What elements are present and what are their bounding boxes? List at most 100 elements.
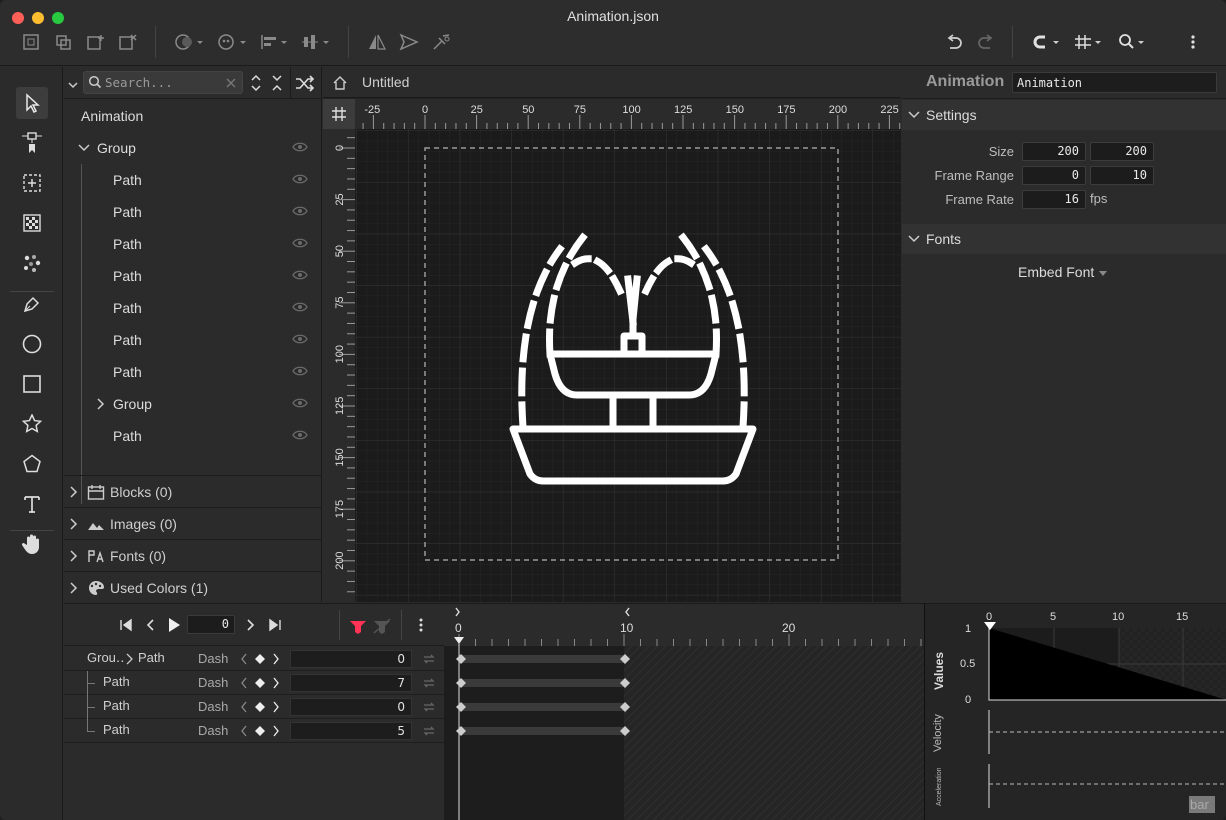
track-row[interactable]: Grou‥ Path Dash 0 xyxy=(64,647,444,671)
fit-selection-icon[interactable] xyxy=(20,30,42,54)
text-tool-icon[interactable] xyxy=(16,488,48,520)
checker-fill-icon[interactable] xyxy=(16,207,48,239)
polygon-tool-icon[interactable] xyxy=(16,448,48,480)
next-frame-icon[interactable] xyxy=(245,618,257,632)
keyframe-area[interactable]: 0 10 20 xyxy=(444,603,924,820)
size-width-field[interactable]: 200 xyxy=(1022,142,1086,161)
grid-icon[interactable] xyxy=(1072,30,1106,54)
size-height-field[interactable]: 200 xyxy=(1090,142,1154,161)
play-icon[interactable] xyxy=(167,617,181,633)
node-select-icon[interactable] xyxy=(16,127,48,159)
keyframe-nav-icon[interactable] xyxy=(240,724,280,738)
frame-start-field[interactable]: 0 xyxy=(1022,166,1086,185)
distribute-icon[interactable] xyxy=(300,30,334,54)
crop-frame-icon[interactable] xyxy=(16,167,48,199)
chevron-right-icon[interactable] xyxy=(96,398,106,410)
eye-icon[interactable] xyxy=(292,205,308,217)
eye-icon[interactable] xyxy=(292,397,308,409)
eye-icon[interactable] xyxy=(292,269,308,281)
tree-item[interactable]: Path xyxy=(64,324,322,356)
rectangle-tool-icon[interactable] xyxy=(16,368,48,400)
pen-tool-icon[interactable] xyxy=(16,288,48,320)
skip-to-end-icon[interactable] xyxy=(268,618,282,632)
section-blocks[interactable]: Blocks (0) xyxy=(64,475,322,507)
breadcrumb[interactable]: Untitled xyxy=(362,74,409,90)
current-frame-field[interactable]: 0 xyxy=(187,615,235,634)
select-arrow-icon[interactable] xyxy=(16,87,48,119)
chevron-down-icon[interactable] xyxy=(68,77,78,93)
eye-icon[interactable] xyxy=(292,333,308,345)
embed-font-dropdown[interactable]: Embed Font xyxy=(1018,264,1108,280)
section-fonts[interactable]: Fonts (0) xyxy=(64,539,322,571)
track-value-field[interactable]: 5 xyxy=(290,722,412,740)
eye-icon[interactable] xyxy=(292,237,308,249)
keyframe-pin-disabled-icon[interactable] xyxy=(372,618,392,634)
snap-magnet-icon[interactable] xyxy=(1030,30,1064,54)
track-value-field[interactable]: 0 xyxy=(290,698,412,716)
eye-icon[interactable] xyxy=(292,141,308,153)
track-row[interactable]: Path Dash 0 xyxy=(64,695,444,719)
tree-group[interactable]: Group xyxy=(64,132,322,164)
tree-item[interactable]: Path xyxy=(64,292,322,324)
keyframe-pin-icon[interactable] xyxy=(348,618,368,634)
group-icon[interactable] xyxy=(52,30,74,54)
previous-frame-icon[interactable] xyxy=(144,618,156,632)
remove-artboard-icon[interactable] xyxy=(117,30,139,54)
section-used-colors[interactable]: Used Colors (1) xyxy=(64,571,322,603)
hand-tool-icon[interactable] xyxy=(16,528,48,560)
home-icon[interactable] xyxy=(332,75,348,91)
tree-item[interactable]: Path xyxy=(64,260,322,292)
clear-search-icon[interactable] xyxy=(225,76,237,92)
loop-icon[interactable] xyxy=(422,724,436,738)
tree-item-group[interactable]: Group xyxy=(64,388,322,420)
star-tool-icon[interactable] xyxy=(16,408,48,440)
tree-item[interactable]: Path xyxy=(64,164,322,196)
zoom-icon[interactable] xyxy=(1116,30,1150,54)
add-artboard-icon[interactable] xyxy=(85,30,107,54)
settings-section-header[interactable]: Settings xyxy=(902,100,1226,130)
tree-root-animation[interactable]: Animation xyxy=(64,100,322,132)
more-menu-icon[interactable] xyxy=(1184,30,1202,54)
keyframe-nav-icon[interactable] xyxy=(240,676,280,690)
shuffle-icon[interactable] xyxy=(295,74,315,95)
redo-icon[interactable] xyxy=(975,30,997,54)
dots-icon[interactable] xyxy=(16,247,48,279)
ellipse-tool-icon[interactable] xyxy=(16,328,48,360)
eye-icon[interactable] xyxy=(292,365,308,377)
send-icon[interactable] xyxy=(398,30,420,54)
tree-item[interactable]: Path xyxy=(64,228,322,260)
frame-rate-field[interactable]: 16 xyxy=(1022,190,1086,209)
search-field[interactable]: Search... xyxy=(83,71,243,94)
flip-horizontal-icon[interactable] xyxy=(366,30,388,54)
pen-pin-icon[interactable] xyxy=(430,30,454,54)
eye-icon[interactable] xyxy=(292,173,308,185)
boolean-op-icon[interactable] xyxy=(172,30,206,54)
tree-item[interactable]: Path xyxy=(64,196,322,228)
more-menu-icon[interactable] xyxy=(418,617,424,633)
search-input[interactable]: Search... xyxy=(105,75,173,90)
eye-icon[interactable] xyxy=(292,301,308,313)
keyframe-nav-icon[interactable] xyxy=(240,652,280,666)
track-row[interactable]: Path Dash 7 xyxy=(64,671,444,695)
skip-to-start-icon[interactable] xyxy=(119,618,133,632)
chevron-down-icon[interactable] xyxy=(78,143,90,153)
eye-icon[interactable] xyxy=(292,429,308,441)
loop-icon[interactable] xyxy=(422,652,436,666)
ruler-grid-toggle[interactable] xyxy=(323,99,355,129)
undo-icon[interactable] xyxy=(943,30,965,54)
loop-icon[interactable] xyxy=(422,700,436,714)
track-row[interactable]: Path Dash 5 xyxy=(64,719,444,743)
loop-icon[interactable] xyxy=(422,676,436,690)
collapse-all-icon[interactable] xyxy=(271,74,283,95)
frame-end-field[interactable]: 10 xyxy=(1090,166,1154,185)
drawing-board[interactable] xyxy=(355,129,901,602)
expand-all-icon[interactable] xyxy=(250,74,262,95)
tree-item[interactable]: Path xyxy=(64,420,322,452)
section-images[interactable]: Images (0) xyxy=(64,507,322,539)
fonts-section-header[interactable]: Fonts xyxy=(902,224,1226,254)
track-value-field[interactable]: 0 xyxy=(290,650,412,668)
tree-item[interactable]: Path xyxy=(64,356,322,388)
track-value-field[interactable]: 7 xyxy=(290,674,412,692)
keyframe-nav-icon[interactable] xyxy=(240,700,280,714)
name-field[interactable]: Animation xyxy=(1012,72,1217,93)
